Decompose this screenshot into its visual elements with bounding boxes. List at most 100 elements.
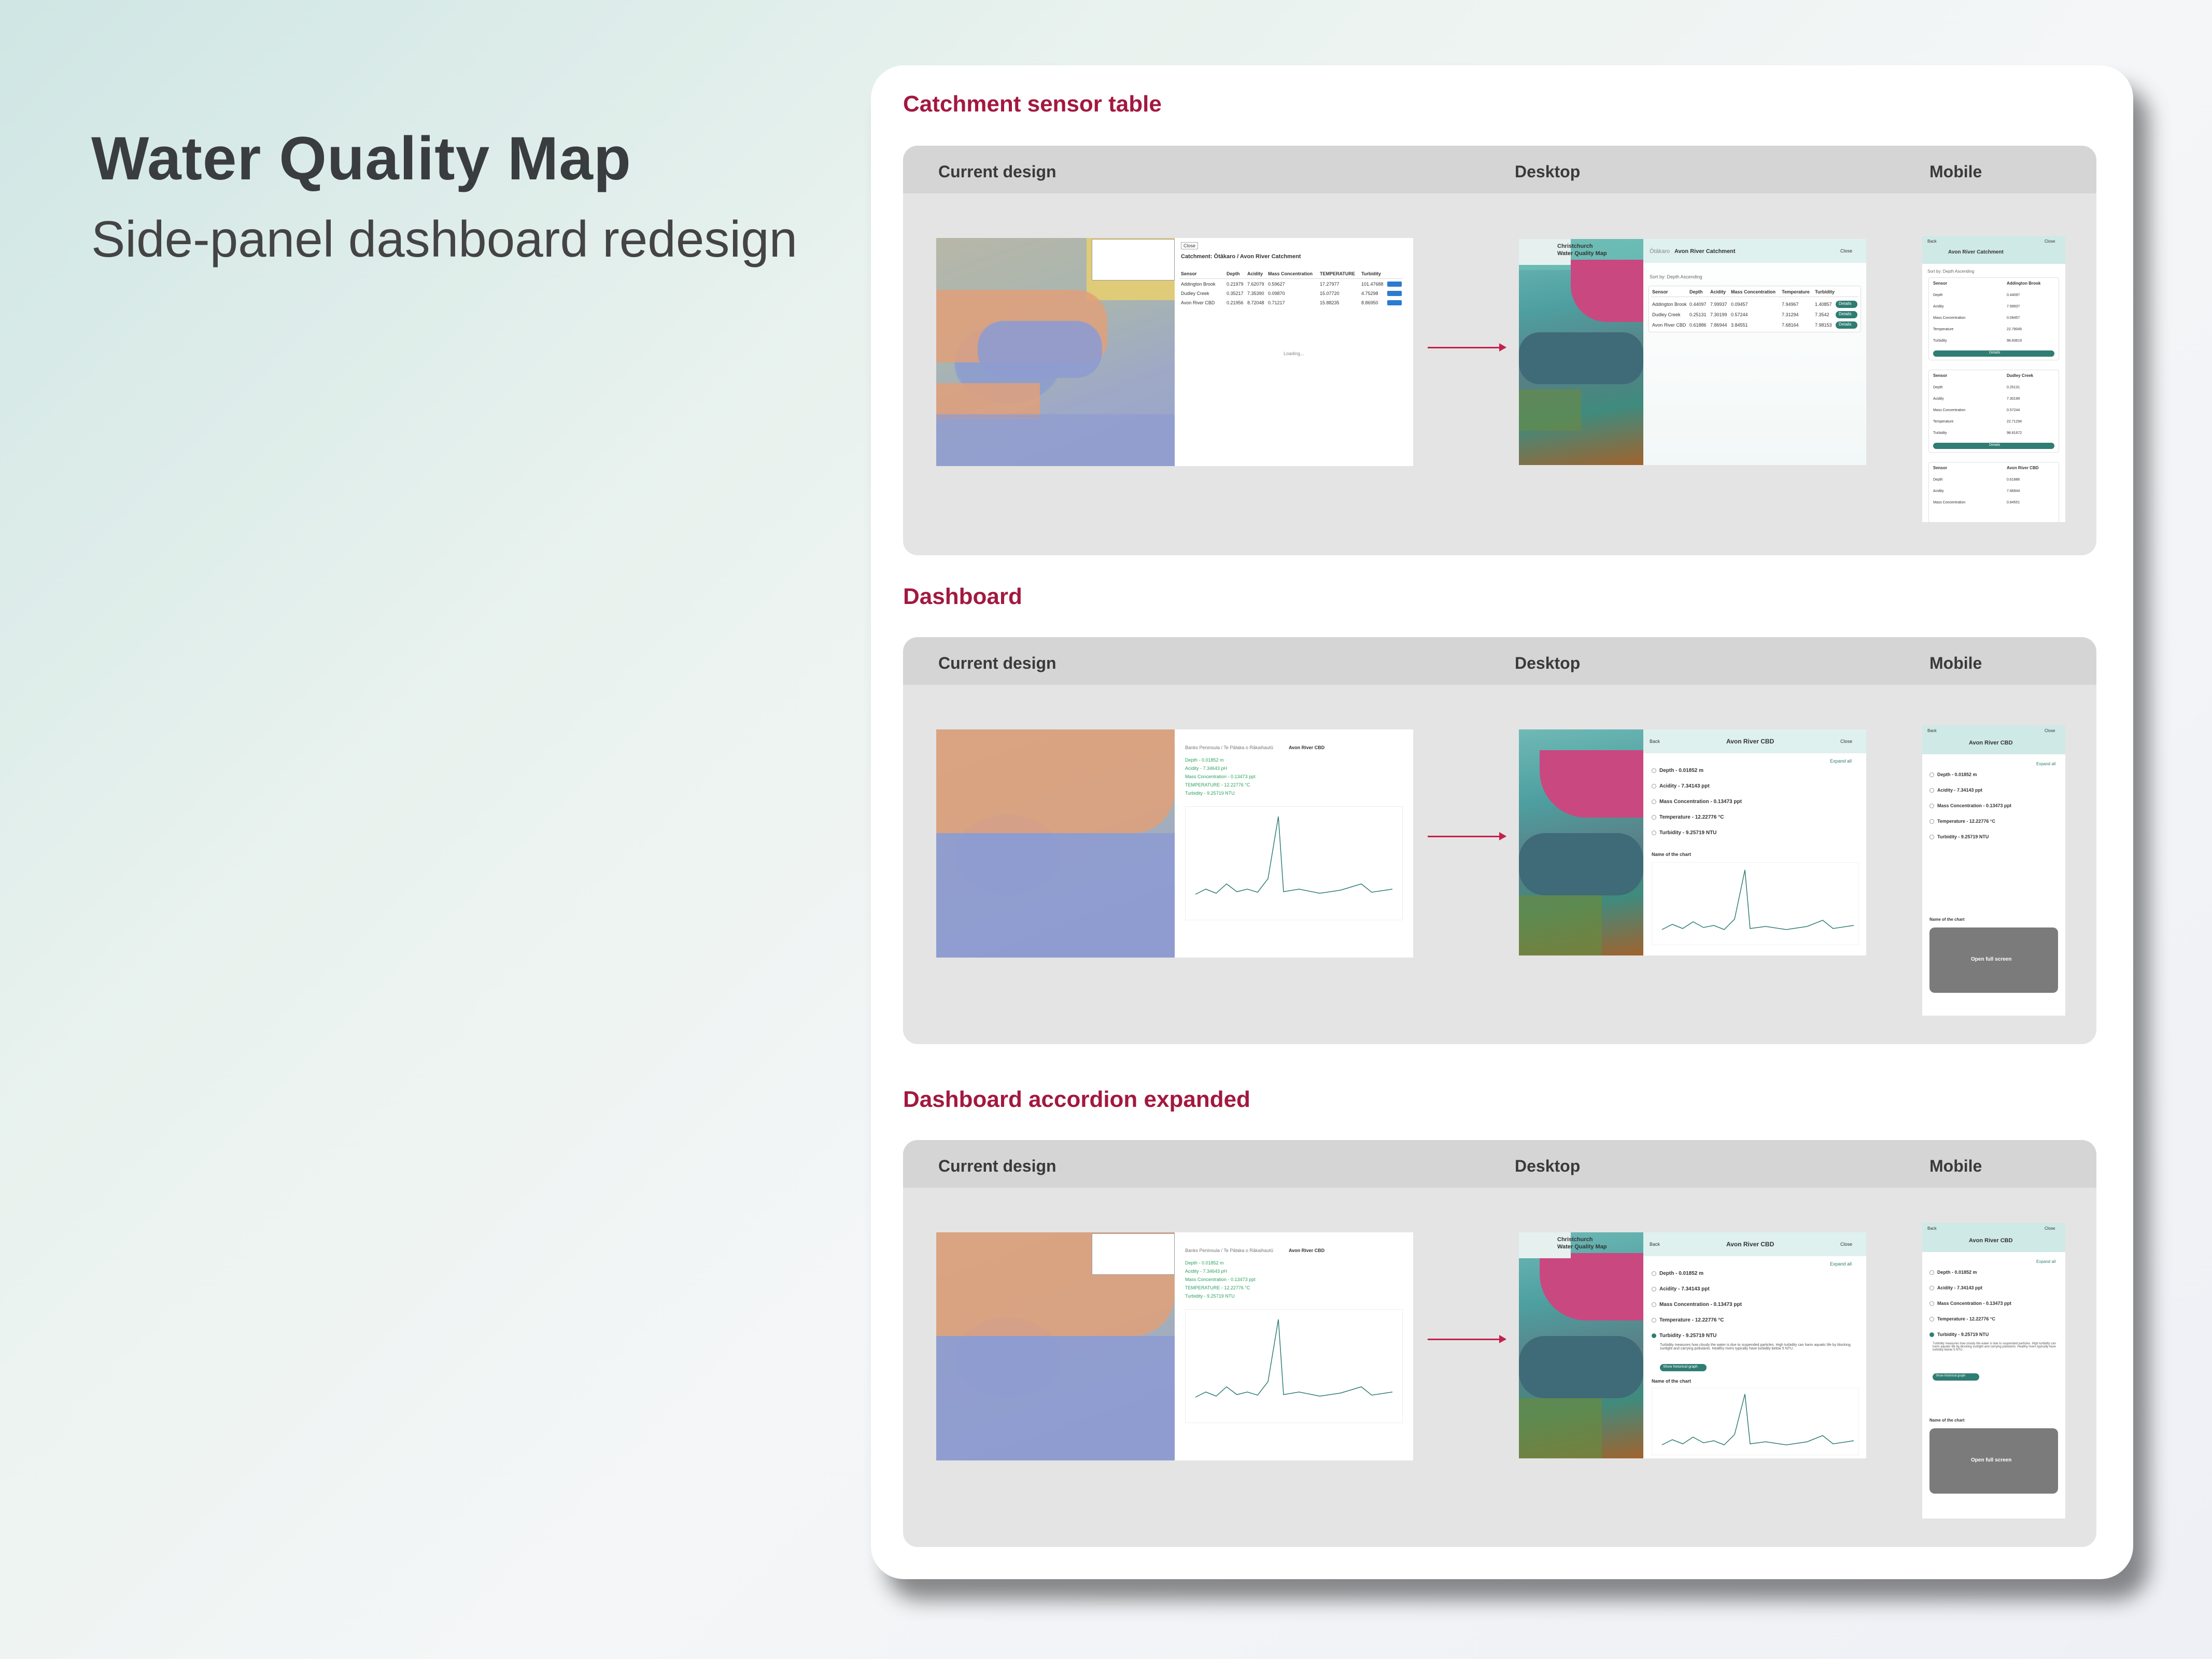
accordion-item[interactable]: Mass Concentration - 0.13473 ppt (1929, 803, 2011, 809)
side-panel: Back Avon River CBD Close Expand all Dep… (1643, 1232, 1866, 1458)
section-heading-accordion-expanded: Dashboard accordion expanded (903, 1087, 1250, 1112)
current-design-screenshot: Banks Peninsula / Te Pātaka o Rākaihautū… (936, 729, 1413, 958)
accordion-item[interactable]: Temperature - 12.22776 °C (1652, 1317, 1724, 1323)
close-button[interactable]: Close (1181, 242, 1199, 249)
table-cell: 8.86950 (1361, 300, 1378, 305)
accordion-item[interactable]: Depth - 0.01852 m (1929, 1270, 1977, 1275)
accordion-item[interactable]: Turbidity - 9.25719 NTU (1929, 834, 1989, 840)
back-button[interactable]: Back (1650, 1242, 1660, 1247)
close-button[interactable]: Close (2045, 728, 2055, 733)
accordion-item[interactable]: Acidity - 7.34143 ppt (1929, 788, 1982, 793)
details-button[interactable] (1387, 291, 1402, 296)
accordion-item[interactable]: Depth - 0.01852 m (1652, 1271, 1703, 1276)
details-button[interactable]: Details (1836, 321, 1857, 329)
back-button[interactable]: Back (1927, 728, 1937, 733)
accordion-item[interactable]: Acidity - 7.34143 ppt (1652, 1286, 1710, 1292)
show-historical-graph-label: Show historical graph (1936, 1374, 1966, 1377)
accordion-item[interactable]: Mass Concentration - 0.13473 ppt (1652, 799, 1742, 805)
desktop-design-screenshot: Christchurch Water Quality Map Ōtākaro A… (1519, 239, 1866, 465)
details-button[interactable]: Details (1933, 350, 2054, 357)
accordion-label: Acidity - 7.34143 ppt (1659, 1286, 1710, 1292)
details-button[interactable] (1387, 300, 1402, 305)
sensor-card: Sensor Avon River CBD Depth 0.61886 Acid… (1928, 462, 2059, 522)
table-cell: 0.09457 (1731, 302, 1748, 307)
accordion-item[interactable]: Turbidity - 9.25719 NTU (1652, 830, 1716, 836)
table-cell: 7.94967 (1782, 302, 1799, 307)
panel-title: Avon River CBD (1726, 738, 1774, 745)
panel-title: Avon River Catchment (1948, 249, 2004, 255)
panel-title: Catchment: Ōtākaro / Avon River Catchmen… (1181, 254, 1301, 260)
accordion-item[interactable]: Depth - 0.01852 m (1929, 772, 1977, 778)
table-cell: 4.75298 (1361, 291, 1378, 296)
sort-dropdown[interactable]: Sort by: Depth Ascending (1927, 269, 1974, 274)
close-button[interactable]: Close (1840, 248, 1852, 254)
table-cell: 7.68164 (1782, 322, 1799, 328)
sensor-reading[interactable]: Depth - 0.01852 m (1185, 1260, 1224, 1266)
sensor-reading[interactable]: TEMPERATURE - 12.22776 °C (1185, 1285, 1250, 1290)
card-cell: 0.09457 (2007, 316, 2020, 320)
details-button[interactable]: Details (1836, 301, 1857, 308)
sort-dropdown[interactable]: Sort by: Depth Ascending (1650, 274, 1702, 279)
expand-all-link[interactable]: Expand all (2036, 762, 2055, 766)
accordion-label: Turbidity - 9.25719 NTU (1937, 1332, 1989, 1337)
table-cell: 15.88235 (1320, 300, 1340, 305)
sensor-reading[interactable]: Turbidity - 9.25719 NTU (1185, 1294, 1235, 1299)
details-button-label: Details (1989, 351, 2000, 355)
accordion-item[interactable]: Mass Concentration - 0.13473 ppt (1652, 1302, 1742, 1307)
back-button[interactable]: Back (1927, 1226, 1937, 1231)
accordion-item-expanded[interactable]: Turbidity - 9.25719 NTU (1929, 1332, 1989, 1338)
card-cell: 0.25131 (2007, 386, 2020, 389)
table-header: Mass Concentration (1731, 289, 1776, 294)
open-full-screen-button[interactable]: Open full screen (1929, 927, 2058, 993)
table-header: TEMPERATURE (1320, 271, 1355, 276)
details-button[interactable]: Details (1933, 443, 2054, 449)
sensor-reading[interactable]: TEMPERATURE - 12.22776 °C (1185, 782, 1250, 788)
show-historical-graph-button[interactable]: Show historical graph (1660, 1364, 1707, 1371)
expand-all-link[interactable]: Expand all (2036, 1259, 2055, 1264)
expand-all-link[interactable]: Expand all (1830, 758, 1852, 764)
expand-all-link[interactable]: Expand all (1830, 1261, 1852, 1267)
close-button[interactable]: Close (2045, 1226, 2055, 1231)
accordion-item[interactable]: Acidity - 7.34143 ppt (1929, 1285, 1982, 1291)
side-panel: Ōtākaro Avon River Catchment Close Sort … (1643, 239, 1866, 465)
back-button[interactable]: Back (1927, 239, 1937, 244)
accordion-item-expanded[interactable]: Turbidity - 9.25719 NTU (1652, 1333, 1716, 1339)
card-cell: 7.99937 (2007, 305, 2020, 308)
sensor-reading[interactable]: Acidity - 7.34643 pH (1185, 1269, 1227, 1274)
card-cell: 0.44097 (2007, 293, 2020, 297)
card-cell: Temperature (1933, 420, 1954, 424)
close-button[interactable]: Close (1840, 1242, 1852, 1247)
sensor-reading[interactable]: Depth - 0.01852 m (1185, 757, 1224, 763)
accordion-body: Turbidity measures how cloudy the water … (1660, 1343, 1851, 1351)
close-button[interactable]: Close (2045, 239, 2055, 244)
brand-line: Christchurch (1557, 243, 1593, 249)
mobile-header: Back Close Avon River Catchment (1922, 236, 2065, 264)
accordion-label: Turbidity - 9.25719 NTU (1659, 830, 1717, 836)
table-cell: 0.71217 (1268, 300, 1285, 305)
table-cell: 0.21979 (1227, 282, 1244, 287)
open-full-screen-button[interactable]: Open full screen (1929, 1428, 2058, 1494)
card-cell: 0.61886 (2007, 478, 2020, 482)
accordion-item[interactable]: Acidity - 7.34143 ppt (1652, 783, 1710, 789)
accordion-item[interactable]: Temperature - 12.22776 °C (1929, 1316, 1995, 1322)
accordion-item[interactable]: Depth - 0.01852 m (1652, 768, 1703, 774)
sensor-reading[interactable]: Acidity - 7.34643 pH (1185, 766, 1227, 771)
sensor-reading[interactable]: Mass Concentration - 0.13473 ppt (1185, 774, 1256, 779)
details-button[interactable]: Details (1836, 311, 1857, 318)
details-button[interactable] (1387, 282, 1402, 287)
sensor-reading[interactable]: Turbidity - 9.25719 NTU (1185, 791, 1235, 796)
turbidity-chart (1652, 862, 1859, 945)
show-historical-graph-button[interactable]: Show historical graph (1933, 1373, 1979, 1381)
close-button[interactable]: Close (1840, 739, 1852, 744)
sensor-reading[interactable]: Mass Concentration - 0.13473 ppt (1185, 1277, 1256, 1282)
accordion-item[interactable]: Mass Concentration - 0.13473 ppt (1929, 1301, 2011, 1306)
chart-title: Name of the chart (1929, 1418, 1965, 1423)
mobile-design-screenshot: Back Close Avon River CBD Expand all Dep… (1922, 725, 2065, 1016)
accordion-item[interactable]: Temperature - 12.22776 °C (1929, 819, 1995, 824)
column-label-mobile: Mobile (1929, 162, 1982, 181)
back-button[interactable]: Back (1650, 739, 1660, 744)
table-header: Temperature (1782, 289, 1810, 294)
accordion-item[interactable]: Temperature - 12.22776 °C (1652, 814, 1724, 820)
card-cell: Turbidity (1933, 339, 1947, 343)
chart-title: Name of the chart (1652, 1379, 1692, 1384)
